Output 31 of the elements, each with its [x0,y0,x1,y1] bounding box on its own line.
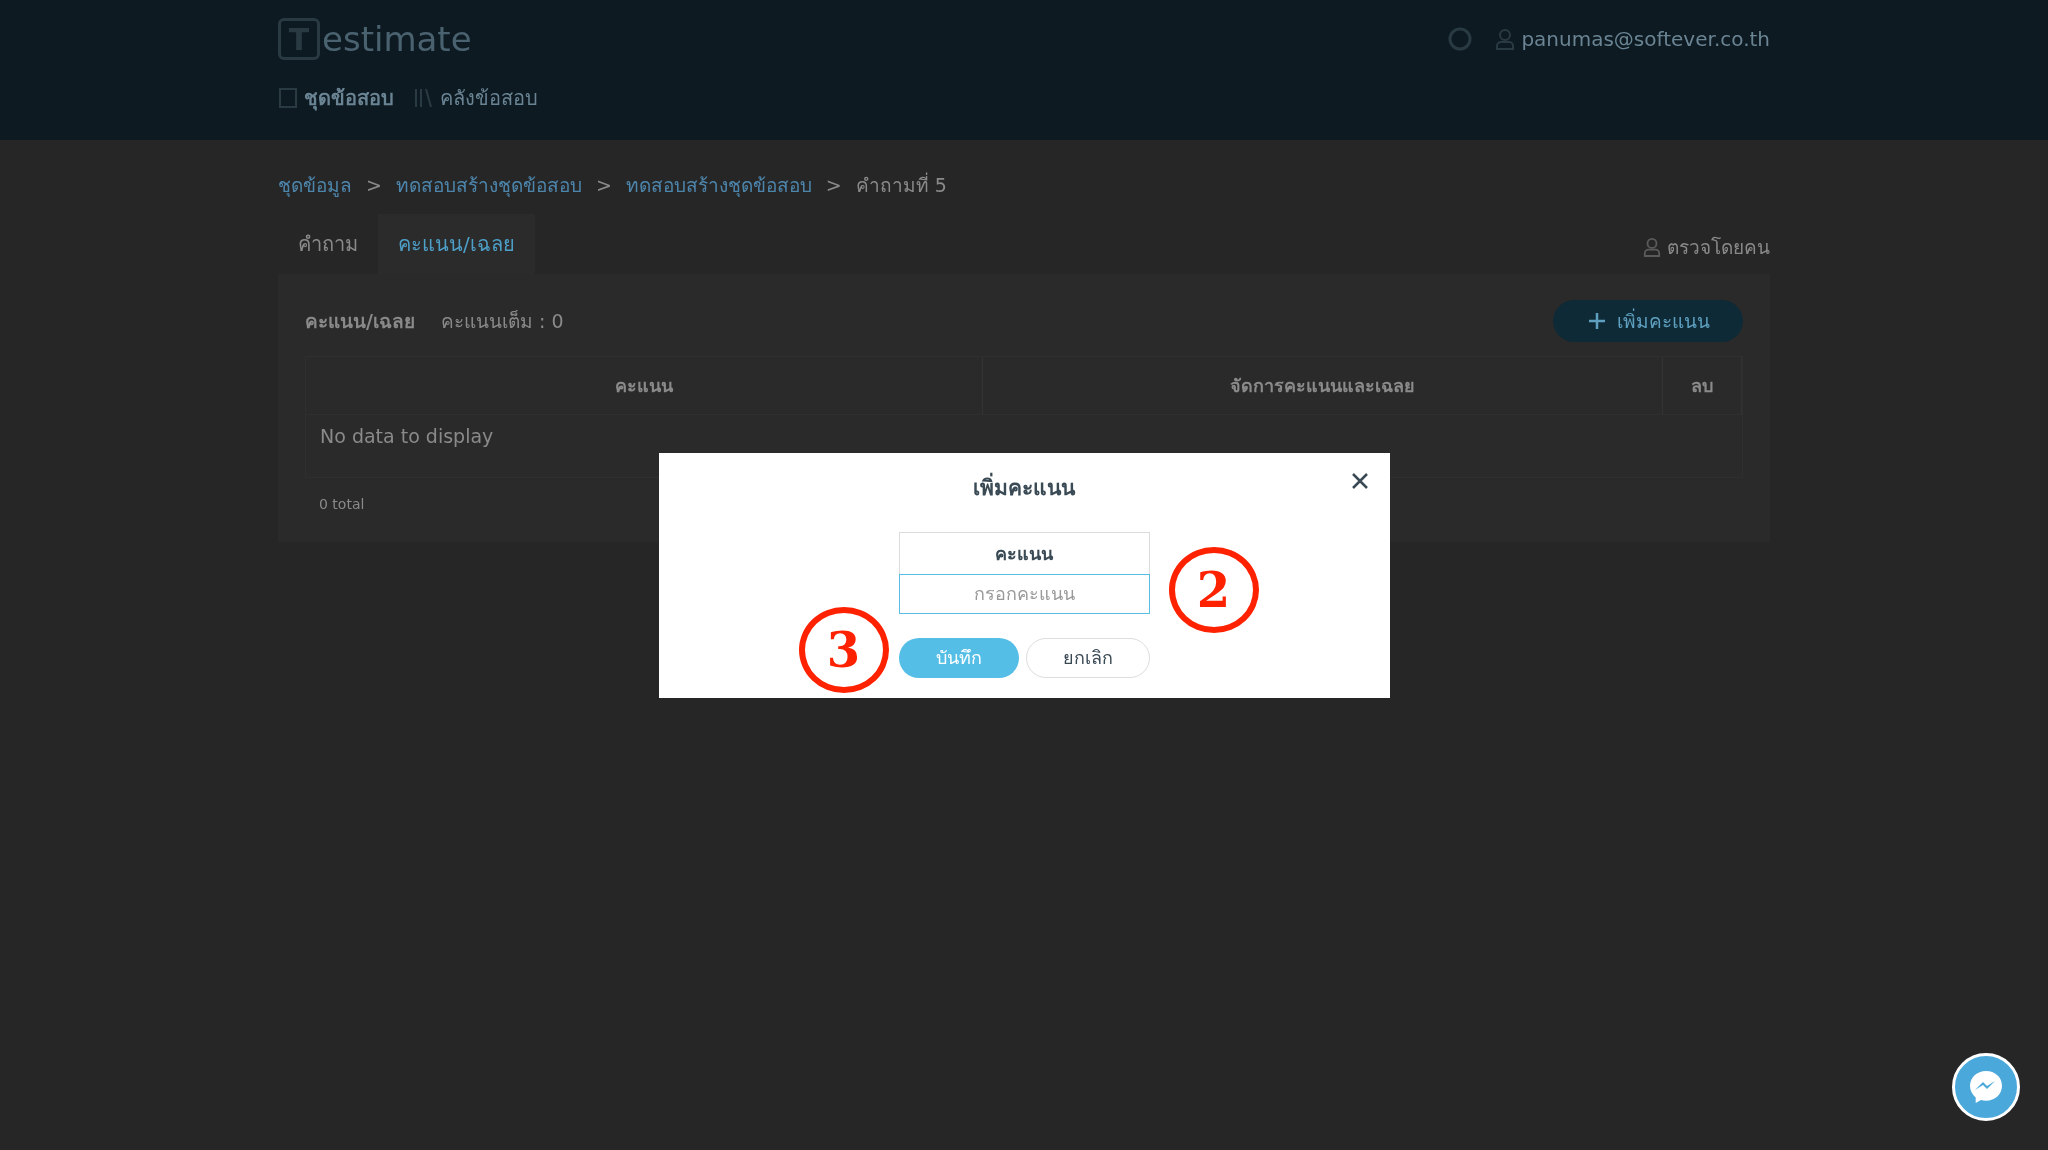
breadcrumb-link[interactable]: ชุดข้อมูล [278,170,352,200]
user-menu[interactable]: panumas@softever.co.th [1495,27,1770,51]
step-number-marker: 3 [798,606,889,693]
bookshelf-icon [414,87,434,109]
add-score-button[interactable]: เพิ่มคะแนน [1553,300,1743,342]
breadcrumb-current: คำถามที่ 5 [855,171,947,198]
column-header: จัดการคะแนนและเฉลย [983,357,1663,414]
tab[interactable]: คำถาม [278,214,378,274]
loading-icon [1447,26,1474,52]
score-input[interactable]: กรอกคะแนน [898,573,1150,614]
total-count: 0 total [319,496,365,512]
book-icon [278,87,298,109]
full-score: คะแนนเต็ม : 0 [440,309,564,334]
nav-link[interactable]: ชุดข้อสอบ [278,82,394,114]
breadcrumb-separator: > [595,174,612,196]
reviewer-label: ตรวจโดยคน [1667,235,1770,260]
field-label: คะแนน [898,531,1150,574]
breadcrumb-separator: > [366,174,382,196]
column-header: ลบ [1663,357,1742,414]
user-icon [1495,28,1516,50]
step-number-marker: 2 [1168,546,1259,633]
plus-icon [1586,311,1607,331]
nav-link[interactable]: คลังข้อสอบ [414,82,538,114]
user-icon [1643,237,1661,257]
tab[interactable]: คะแนน/เฉลย [378,214,535,274]
breadcrumb-link[interactable]: ทดสอบสร้างชุดข้อสอบ [395,170,582,200]
breadcrumb-link[interactable]: ทดสอบสร้างชุดข้อสอบ [625,170,812,200]
column-header: คะแนน [306,357,983,414]
cancel-button[interactable]: ยกเลิก [1025,637,1150,678]
card-title: คะแนน/เฉลย [305,309,415,334]
breadcrumb-separator: > [825,174,842,196]
